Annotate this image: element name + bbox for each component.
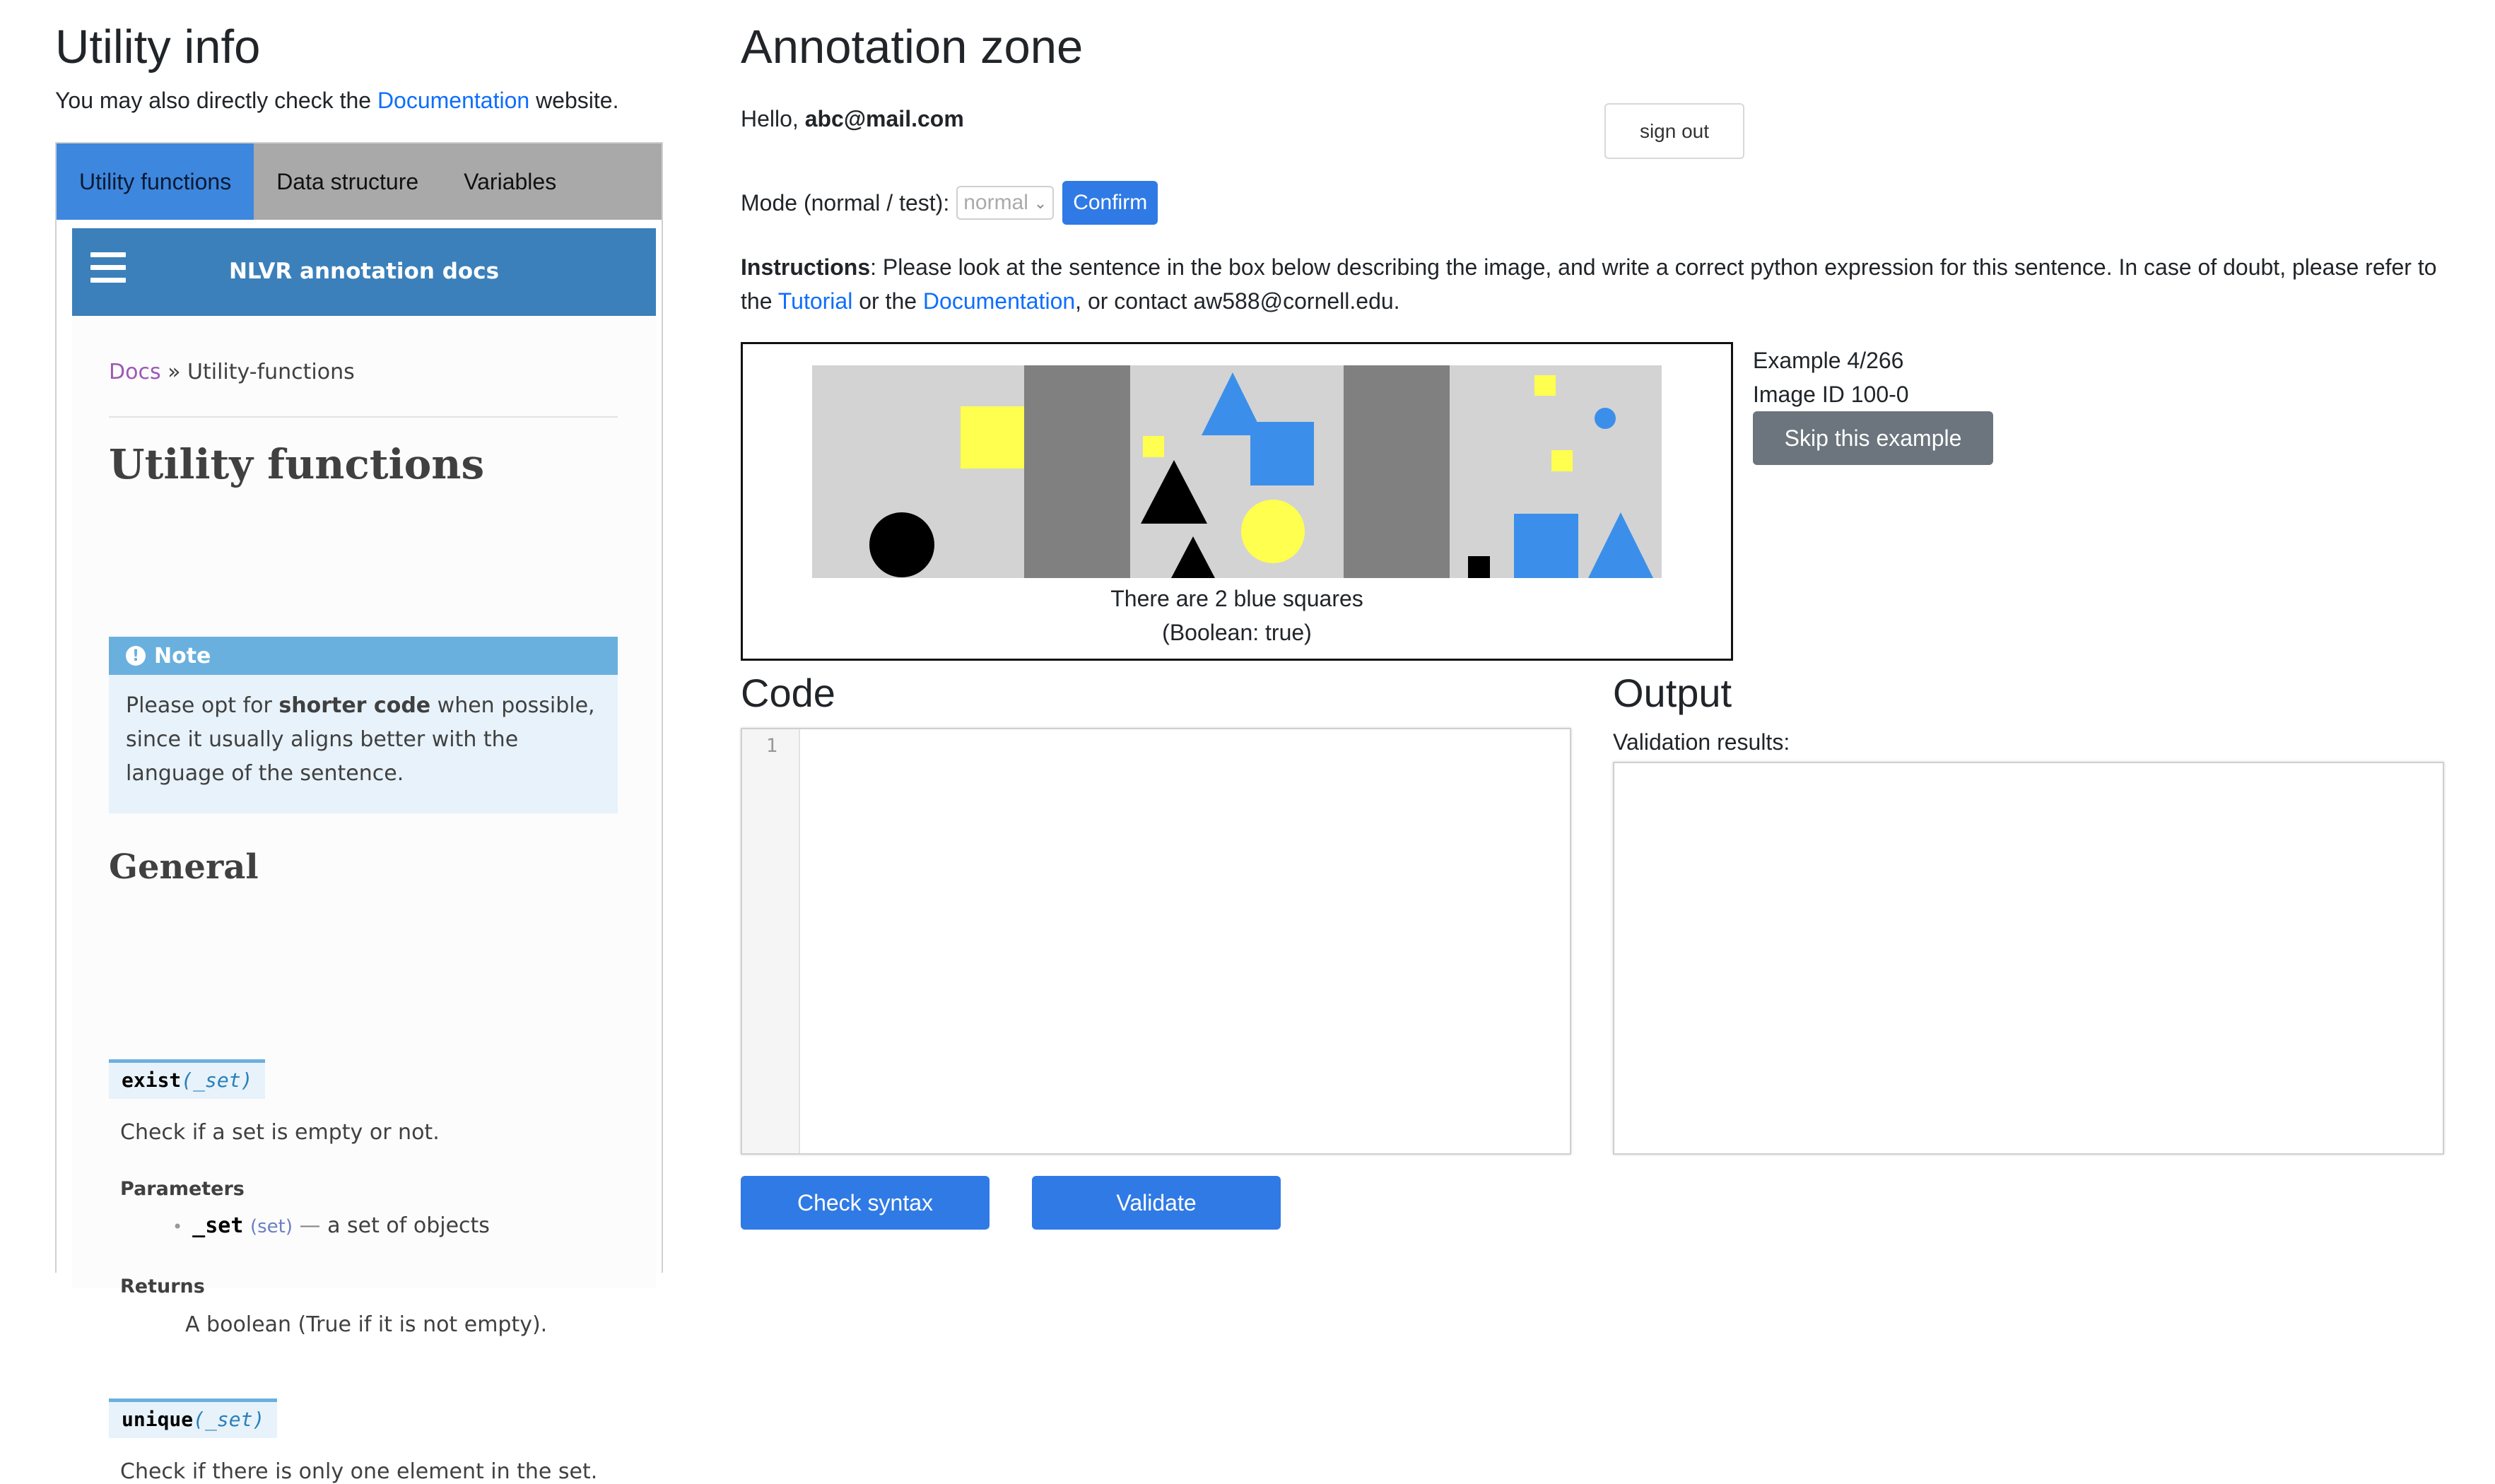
instructions-contact: , or contact aw588@cornell.edu. [1075,288,1400,314]
bullet-icon: • [172,1217,183,1237]
example-box: There are 2 blue squares (Boolean: true) [741,342,1733,661]
docs-header-title[interactable]: NLVR annotation docs [72,259,656,284]
function-signature-exist: exist(_set) [109,1059,266,1099]
function-params: (_set) [193,1408,265,1431]
example-sentence: There are 2 blue squares [1110,586,1363,611]
note-header: ! Note [109,637,618,675]
sign-out-button[interactable]: sign out [1604,103,1744,159]
breadcrumb-current: » Utility-functions [168,360,355,384]
returns-label: Returns [120,1276,205,1297]
blue-square [1250,422,1314,485]
annotation-zone: Annotation zone Hello, abc@mail.com sign… [741,0,2479,1242]
validation-results-label: Validation results: [1613,729,1790,755]
breadcrumb-docs-link[interactable]: Docs [109,360,161,384]
blue-square [1514,514,1578,578]
param-name: _set [192,1213,244,1238]
note-title: Note [154,643,211,669]
utility-intro: You may also directly check the Document… [55,88,618,114]
example-boolean: (Boolean: true) [1162,620,1312,645]
image-id: Image ID 100-0 [1753,382,1909,407]
chevron-down-icon: ⌄ [1033,194,1047,212]
code-title: Code [741,671,835,715]
black-square [1468,556,1490,578]
example-caption: There are 2 blue squares (Boolean: true) [743,582,1731,649]
black-circle [869,512,934,577]
scene-divider [1024,365,1130,578]
note-body: Please opt for shorter code when possibl… [109,675,618,791]
documentation-link[interactable]: Documentation [923,288,1075,314]
function-name: exist [122,1068,182,1092]
utility-tab-bar: Utility functions Data structure Variabl… [57,143,662,220]
param-description: a set of objects [327,1213,490,1238]
example-meta: Example 4/266 Image ID 100-0 [1753,343,1909,411]
yellow-circle [1241,500,1305,563]
docs-page-title: Utility functions [109,440,485,488]
function-signature-unique: unique(_set) [109,1398,278,1438]
output-title: Output [1613,671,1732,715]
tab-data-structure[interactable]: Data structure [254,143,441,220]
editor-gutter: 1 [742,729,800,1153]
intro-suffix: website. [529,88,619,113]
greeting: Hello, abc@mail.com [741,106,964,132]
yellow-square [1551,450,1573,471]
yellow-square [1143,436,1164,457]
utility-tab-panel: Utility functions Data structure Variabl… [55,142,663,1484]
note-text-pre: Please opt for [126,693,279,718]
documentation-link[interactable]: Documentation [377,88,529,113]
parameter-item: • _set (set) — a set of objects [172,1213,490,1238]
yellow-square [1534,375,1556,396]
yellow-square [961,406,1024,469]
user-email: abc@mail.com [804,106,964,131]
validate-button[interactable]: Validate [1032,1176,1281,1230]
tab-variables[interactable]: Variables [441,143,579,220]
instructions-text: or the [852,288,923,314]
utility-info-panel: Utility info You may also directly check… [55,0,663,1484]
utility-info-title: Utility info [55,20,261,73]
returns-description: A boolean (True if it is not empty). [185,1312,548,1337]
mode-select-value: normal [963,191,1028,214]
section-heading-general: General [109,847,259,887]
function-name: unique [122,1408,194,1431]
divider [109,416,618,418]
function-description: Check if a set is empty or not. [120,1120,440,1145]
tutorial-link[interactable]: Tutorial [778,288,853,314]
breadcrumb: Docs » Utility-functions [109,360,355,384]
docs-header: NLVR annotation docs [72,228,656,316]
param-type: (set) [250,1216,293,1237]
param-dash: — [299,1213,321,1238]
validation-output-box [1613,762,2444,1155]
skip-example-button[interactable]: Skip this example [1753,411,1993,465]
instructions-label: Instructions [741,254,871,280]
function-description: Check if there is only one element in th… [120,1459,598,1484]
docs-iframe[interactable]: NLVR annotation docs Docs » Utility-func… [72,228,656,1484]
tab-utility-functions[interactable]: Utility functions [57,143,254,220]
line-number: 1 [765,735,777,757]
example-image [812,365,1662,578]
blue-circle [1595,408,1616,429]
mode-select[interactable]: normal ⌄ [956,186,1055,220]
mode-row: Mode (normal / test): normal ⌄ Confirm [741,181,1158,225]
note-box: ! Note Please opt for shorter code when … [109,637,618,813]
exclamation-circle-icon: ! [126,646,146,666]
parameters-label: Parameters [120,1178,245,1200]
example-counter: Example 4/266 [1753,348,1904,373]
instructions: Instructions: Please look at the sentenc… [741,250,2451,318]
intro-prefix: You may also directly check the [55,88,377,113]
greeting-prefix: Hello, [741,106,805,131]
note-text-bold: shorter code [278,693,431,718]
confirm-button[interactable]: Confirm [1062,181,1158,225]
check-syntax-button[interactable]: Check syntax [741,1176,990,1230]
code-editor[interactable]: 1 [741,728,1571,1155]
annotation-zone-title: Annotation zone [741,20,1084,73]
scene-divider [1344,365,1450,578]
function-params: (_set) [181,1068,253,1092]
mode-label: Mode (normal / test): [741,189,950,216]
